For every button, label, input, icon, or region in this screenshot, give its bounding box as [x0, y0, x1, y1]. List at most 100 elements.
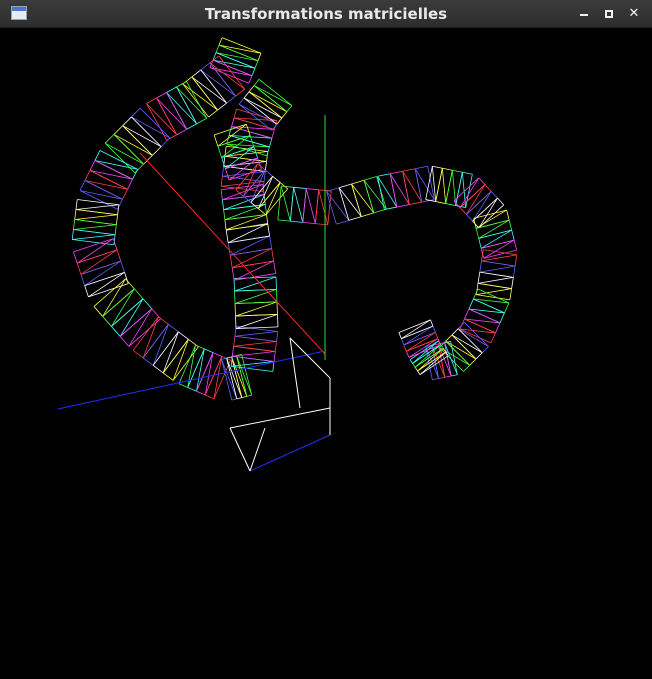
- mesh-edge: [400, 338, 405, 346]
- mesh-edge: [445, 170, 453, 204]
- mesh-edge: [499, 312, 505, 324]
- mesh-edge: [221, 359, 233, 401]
- mesh-edge: [74, 209, 77, 220]
- mesh-edge: [465, 174, 473, 208]
- mesh-edge: [75, 199, 78, 210]
- mesh-edge: [191, 69, 202, 78]
- mesh-edge: [477, 276, 514, 284]
- mesh-edge: [430, 319, 434, 327]
- mesh-edge: [464, 308, 470, 320]
- mesh-edge: [220, 189, 223, 200]
- mesh-edge: [468, 298, 474, 310]
- mesh-edge: [483, 239, 515, 259]
- mesh-edge: [79, 190, 118, 210]
- mesh-edge: [405, 351, 410, 358]
- mesh-edge: [264, 169, 273, 177]
- mesh-edge: [338, 187, 350, 221]
- mesh-edge: [236, 397, 242, 400]
- mesh-edge: [162, 372, 174, 381]
- mesh-edge: [131, 107, 141, 118]
- mesh-edge: [272, 361, 275, 372]
- mesh-edge: [222, 171, 266, 177]
- mesh-edge: [257, 53, 262, 61]
- mesh-edge: [213, 359, 231, 399]
- mesh-edge: [267, 223, 271, 237]
- mesh-edge: [186, 123, 197, 130]
- render-viewport[interactable]: [0, 28, 652, 679]
- mesh-edge: [120, 260, 125, 273]
- mesh-edge: [289, 187, 295, 222]
- mesh-edge: [251, 68, 256, 76]
- mesh-edge: [221, 166, 225, 177]
- mesh-edge: [152, 324, 169, 366]
- mesh-edge: [234, 291, 236, 304]
- mesh-edge: [234, 335, 277, 342]
- mesh-edge: [414, 366, 418, 372]
- mesh-edge: [457, 322, 465, 329]
- mesh-edge: [415, 165, 428, 170]
- title-bar[interactable]: Transformations matricielles ✕: [0, 0, 652, 28]
- mesh-edge: [119, 298, 144, 337]
- mesh-edge: [79, 180, 86, 191]
- maximize-button[interactable]: [599, 4, 619, 24]
- mesh-edge: [178, 344, 196, 384]
- mesh-edge: [286, 105, 293, 112]
- mesh-edge: [111, 288, 135, 327]
- mesh-edge: [390, 170, 403, 175]
- mesh-edge: [326, 187, 340, 192]
- mesh-edge: [509, 288, 513, 300]
- mesh-edge: [290, 220, 303, 223]
- mesh-edge: [76, 262, 82, 275]
- mesh-edge: [475, 228, 480, 239]
- mesh-edge: [238, 97, 245, 105]
- mesh-edge: [102, 288, 135, 317]
- mesh-edge: [152, 146, 162, 156]
- mesh-edge: [511, 277, 514, 289]
- mesh-edge: [122, 116, 132, 126]
- mesh-edge: [476, 288, 512, 296]
- mesh-edge: [243, 91, 250, 99]
- mesh-edge: [228, 126, 232, 136]
- mesh-edge: [226, 143, 270, 148]
- mesh-edge: [481, 239, 515, 249]
- mesh-edge: [235, 313, 278, 317]
- mesh-edge: [491, 191, 498, 199]
- mesh-edge: [80, 260, 121, 275]
- mesh-edge: [218, 44, 259, 62]
- mesh-edge: [480, 229, 512, 249]
- mesh-edge: [266, 214, 269, 225]
- mesh-edge: [226, 95, 236, 104]
- minimize-button[interactable]: [574, 4, 594, 24]
- mesh-edge: [437, 343, 452, 377]
- mesh-edge: [277, 186, 282, 220]
- mesh-edge: [232, 351, 276, 357]
- mesh-edge: [221, 146, 255, 158]
- mesh-edge: [208, 109, 218, 118]
- mesh-edge: [463, 364, 471, 372]
- mesh-edge: [396, 204, 410, 208]
- mesh-edge: [84, 271, 125, 286]
- mesh-edge: [435, 168, 443, 202]
- close-button[interactable]: ✕: [624, 4, 644, 24]
- mesh-edge: [475, 352, 483, 360]
- mesh-edge: [435, 201, 446, 204]
- mesh-edge: [269, 236, 273, 249]
- mesh-edge: [231, 267, 235, 281]
- mesh-edge: [226, 356, 232, 359]
- mesh-edge: [93, 306, 103, 317]
- mesh-edge: [229, 255, 233, 268]
- mesh-edge: [124, 272, 129, 284]
- mesh-edge: [459, 318, 465, 330]
- mesh-edge: [71, 229, 74, 240]
- mesh-edge: [156, 97, 178, 135]
- mesh-edge: [187, 348, 205, 388]
- mesh-edge: [73, 219, 76, 230]
- mesh-edge: [162, 339, 189, 374]
- mesh-edge: [451, 374, 458, 377]
- mesh-edge: [217, 146, 223, 158]
- mesh-edge: [236, 355, 248, 397]
- mesh-edge: [336, 219, 349, 225]
- mesh-edge: [431, 345, 446, 378]
- mesh-edge: [73, 229, 116, 236]
- mesh-edge: [122, 125, 162, 148]
